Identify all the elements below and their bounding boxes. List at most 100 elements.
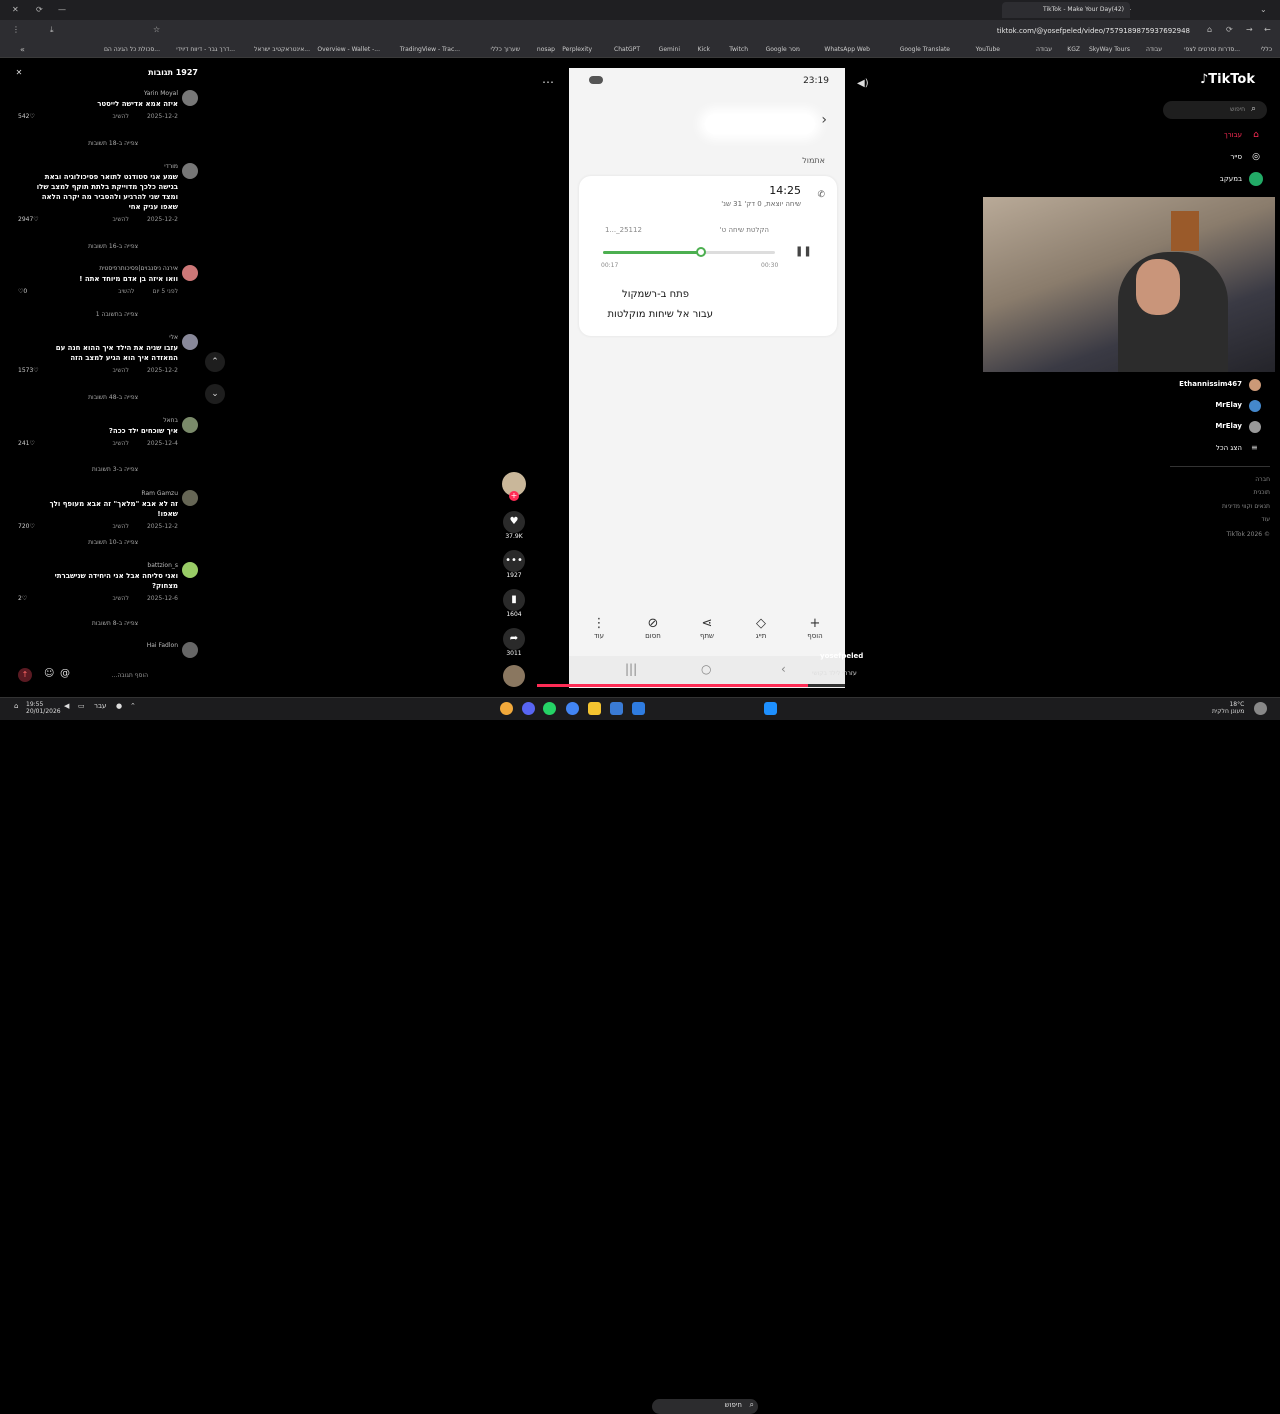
- emoji-icon[interactable]: ☺: [44, 668, 54, 679]
- bookmark-item[interactable]: דרך גבר - דיווח דיוידי...: [176, 42, 235, 58]
- bookmark-item[interactable]: עבודה: [1036, 42, 1052, 58]
- avatar[interactable]: [182, 163, 198, 179]
- tab-tiktok[interactable]: (42)TikTok - Make Your Day: [1002, 2, 1130, 18]
- search-icon[interactable]: ⌕: [1251, 104, 1256, 114]
- comment-likes[interactable]: ♡542: [18, 113, 35, 120]
- comment-likes[interactable]: ♡1573: [18, 367, 39, 374]
- store-icon[interactable]: [610, 702, 623, 715]
- bookmark-item[interactable]: SkyWay Tours: [1089, 42, 1130, 58]
- avatar[interactable]: [182, 90, 198, 106]
- forward-icon[interactable]: →: [1246, 20, 1253, 40]
- view-replies-button[interactable]: צפייה ב-10 תשובות: [88, 539, 138, 546]
- nav-explore[interactable]: סייר: [1230, 153, 1242, 161]
- chrome-icon[interactable]: [566, 702, 579, 715]
- next-video-button[interactable]: ⌄: [205, 384, 225, 404]
- avatar[interactable]: [1249, 400, 1261, 412]
- comment-likes[interactable]: 0♡: [18, 288, 27, 295]
- discord-icon[interactable]: [522, 702, 535, 715]
- previous-video-button[interactable]: ⌃: [205, 352, 225, 372]
- bookmark-item[interactable]: Twitch: [729, 42, 748, 58]
- view-replies-button[interactable]: צפייה ב-16 תשובות: [88, 243, 138, 250]
- comment-action[interactable]: ••• 1927: [500, 550, 528, 579]
- share-action[interactable]: ➦ 3011: [500, 628, 528, 657]
- comment-author[interactable]: Ram Gamzu: [28, 490, 188, 497]
- home-icon[interactable]: ⌂: [1249, 128, 1263, 142]
- tray-chevron-icon[interactable]: ⌃: [130, 702, 136, 710]
- comment-author[interactable]: אלי: [28, 334, 188, 341]
- save-action[interactable]: ▮ 1604: [500, 589, 528, 618]
- volume-icon[interactable]: ◀): [857, 78, 869, 89]
- taskbar-search[interactable]: חיפוש ⌕: [652, 1399, 758, 1414]
- menu-icon[interactable]: ⋮: [12, 20, 20, 40]
- bookmark-item[interactable]: Google מסר: [766, 42, 800, 58]
- reply-button[interactable]: להשיב: [118, 288, 134, 295]
- comment-likes[interactable]: ♡720: [18, 523, 35, 530]
- address-bar[interactable]: tiktok.com/@yosefpeled/video/75791898759…: [190, 23, 1190, 39]
- reply-button[interactable]: להשיב: [113, 440, 129, 447]
- avatar[interactable]: [182, 417, 198, 433]
- comment-author[interactable]: אירנה ניסנבוים|פסיכותרפיסטית: [28, 265, 188, 272]
- avatar[interactable]: [182, 562, 198, 578]
- video-author[interactable]: yosefpeled: [820, 652, 863, 660]
- bookmark-item[interactable]: עבודה: [1146, 42, 1162, 58]
- reply-button[interactable]: להשיב: [113, 595, 129, 602]
- bookmarks-overflow-icon[interactable]: «: [20, 42, 25, 58]
- view-replies-button[interactable]: צפייה ב-18 תשובות: [88, 140, 138, 147]
- bookmark-item[interactable]: WhatsApp Web: [824, 42, 870, 58]
- microphone-icon[interactable]: ●: [116, 702, 122, 710]
- following-account[interactable]: MrElay: [1215, 422, 1242, 430]
- bookmark-item[interactable]: סכולת כל הגינה הם...: [104, 42, 160, 58]
- file-explorer-icon[interactable]: [588, 702, 601, 715]
- mention-icon[interactable]: @: [60, 668, 70, 679]
- tab-menu-icon[interactable]: ⌄: [1260, 0, 1267, 20]
- avatar[interactable]: [182, 490, 198, 506]
- view-replies-button[interactable]: צפייה ב-48 תשובות: [88, 394, 138, 401]
- footer-link[interactable]: תוכנית: [1254, 489, 1270, 496]
- bookmark-item[interactable]: Google Translate: [900, 42, 950, 58]
- home-icon[interactable]: ⌂: [1207, 20, 1212, 40]
- firefox-icon[interactable]: [500, 702, 513, 715]
- avatar[interactable]: [182, 334, 198, 350]
- bookmark-item[interactable]: Gemini: [659, 42, 680, 58]
- weather-widget[interactable]: 18°C מעונן חלקית: [1212, 701, 1244, 715]
- comment-likes[interactable]: ♡2947: [18, 216, 39, 223]
- following-account[interactable]: MrElay: [1215, 401, 1242, 409]
- post-button[interactable]: ↑: [18, 668, 32, 682]
- comment-input[interactable]: הוסף תגובה...: [112, 672, 148, 679]
- bookmark-item[interactable]: KGZ: [1067, 42, 1080, 58]
- view-replies-button[interactable]: צפייה ב-8 תשובות: [92, 620, 138, 627]
- tiktok-logo[interactable]: ♪TikTok: [1200, 72, 1255, 87]
- avatar[interactable]: [182, 642, 198, 658]
- app-icon[interactable]: [632, 702, 645, 715]
- show-all-link[interactable]: הצג הכל: [1216, 444, 1242, 452]
- like-action[interactable]: ♥ 37.9K: [500, 511, 528, 540]
- bookmark-item[interactable]: nosap: [537, 42, 555, 58]
- reload-icon[interactable]: ⟳: [36, 0, 43, 20]
- clock[interactable]: 19:55 20/01/2026: [26, 701, 61, 715]
- close-icon[interactable]: ✕: [12, 66, 26, 80]
- nav-for-you[interactable]: עבורך: [1224, 131, 1242, 139]
- video-player[interactable]: 23:19 › אתמול 14:25 שיחה יוצאת, 0 דק' 31…: [569, 68, 845, 688]
- start-menu-icon[interactable]: [764, 702, 777, 715]
- reply-button[interactable]: להשיב: [113, 113, 129, 120]
- comment-author[interactable]: battzion_s: [28, 562, 188, 569]
- comment-author[interactable]: מורדי: [28, 163, 188, 170]
- notification-icon[interactable]: ⌂: [14, 702, 18, 710]
- bookmark-item[interactable]: Perplexity: [562, 42, 592, 58]
- avatar[interactable]: [182, 265, 198, 281]
- comment-author[interactable]: Yarin Moyal: [28, 90, 188, 97]
- back-icon[interactable]: ←: [1264, 20, 1271, 40]
- comment-likes[interactable]: ♡2: [18, 595, 27, 602]
- compass-icon[interactable]: ◎: [1249, 150, 1263, 164]
- download-icon[interactable]: ⤓: [50, 20, 54, 40]
- bookmark-item[interactable]: אינטראקטיב ישראל...: [254, 42, 310, 58]
- star-icon[interactable]: ☆: [153, 20, 160, 40]
- bookmark-item[interactable]: TradingView - Trac...: [400, 42, 460, 58]
- minimize-icon[interactable]: —: [58, 0, 66, 20]
- avatar[interactable]: [1249, 379, 1261, 391]
- music-disc-icon[interactable]: [503, 665, 525, 687]
- network-icon[interactable]: ▭: [78, 702, 85, 710]
- reply-button[interactable]: להשיב: [113, 523, 129, 530]
- footer-link[interactable]: חברה: [1255, 476, 1270, 483]
- bookmark-item[interactable]: שערוך כללי: [491, 42, 521, 58]
